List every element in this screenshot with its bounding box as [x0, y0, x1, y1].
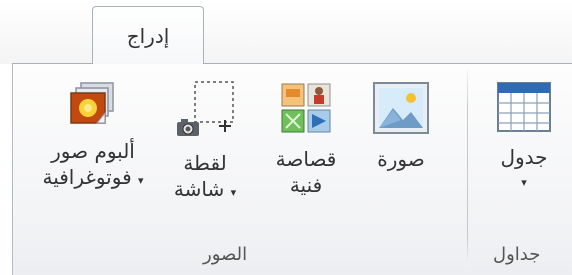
clip-art-label-line2: فنية [289, 173, 323, 197]
tables-group-label: جداول [493, 244, 541, 265]
clip-art-label-line1: قصاصة [275, 147, 337, 171]
ribbon-tab-bar: إدراج [0, 0, 572, 64]
photo-album-label-line1: ألبوم صور [51, 139, 135, 163]
ribbon-panel: ألبوم صور ▾ فوتوغرافية لقطة ▾ شاشة قصاصة… [12, 64, 572, 275]
clip-art-icon [281, 83, 331, 133]
table-dropdown-arrow: ▾ [521, 176, 527, 189]
screenshot-label-line1: لقطة [183, 151, 227, 175]
screenshot-icon [177, 81, 234, 136]
screenshot-button[interactable]: لقطة ▾ شاشة [161, 80, 249, 206]
photo-album-label-line2: ▾ فوتوغرافية [42, 165, 144, 189]
screenshot-label-line2: ▾ شاشة [173, 177, 237, 201]
picture-icon [373, 82, 429, 134]
photo-album-icon [70, 82, 114, 124]
table-icon [497, 82, 551, 132]
table-label: جدول [500, 145, 548, 169]
screenshot-dropdown-arrow: ▾ [230, 186, 237, 199]
picture-button[interactable]: صورة [361, 80, 441, 172]
photo-album-button[interactable]: ألبوم صور ▾ فوتوغرافية [37, 80, 149, 194]
pictures-group-label: الصور [203, 244, 248, 265]
table-button[interactable]: جدول ▾ [483, 80, 565, 196]
group-separator [467, 70, 468, 266]
photo-album-dropdown-arrow: ▾ [138, 174, 144, 187]
clip-art-button[interactable]: قصاصة فنية [265, 80, 347, 198]
picture-label: صورة [377, 147, 425, 171]
tab-insert[interactable]: إدراج [92, 6, 204, 64]
tab-insert-label: إدراج [126, 23, 170, 48]
